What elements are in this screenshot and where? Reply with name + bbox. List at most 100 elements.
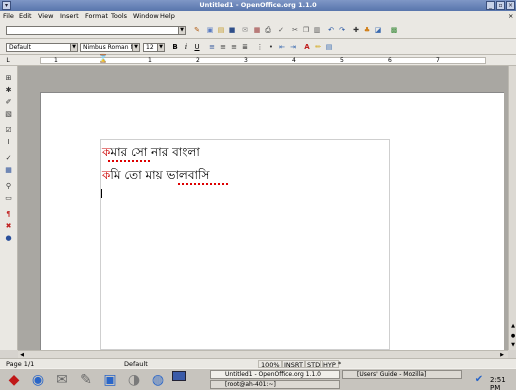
nonprinting-characters-icon[interactable]: ¶ xyxy=(4,210,13,219)
menu-tools[interactable]: Tools xyxy=(111,12,127,20)
data-sources-icon[interactable]: ▭ xyxy=(4,194,13,203)
export-pdf-icon[interactable]: ▦ xyxy=(253,26,261,34)
modified-indicator: * xyxy=(338,360,342,368)
update-status-icon[interactable]: ✔ xyxy=(472,373,486,387)
tab-type-icon[interactable]: L xyxy=(4,57,12,65)
text-cursor-icon[interactable]: I xyxy=(4,138,13,147)
highlight-icon[interactable]: ✏ xyxy=(314,43,322,51)
data-sources-icon[interactable]: ▩ xyxy=(390,26,398,34)
chevron-down-icon[interactable]: ▼ xyxy=(178,27,185,34)
line-text: মি তো মায় ভালবাসি xyxy=(110,168,210,182)
chevron-down-icon[interactable]: ▼ xyxy=(132,44,139,51)
page-style[interactable]: Default xyxy=(122,360,150,368)
spellcheck-auto-icon[interactable]: ✓ xyxy=(4,154,13,163)
numbering-icon[interactable]: ⋮ xyxy=(256,43,264,51)
url-combo[interactable]: ▼ xyxy=(6,26,186,35)
menu-insert[interactable]: Insert xyxy=(60,12,79,20)
align-right-icon[interactable]: ≡ xyxy=(230,43,238,51)
font-color-icon[interactable]: A xyxy=(303,43,311,51)
clock[interactable]: 2:51 PM xyxy=(490,376,516,390)
copy-icon[interactable]: ❐ xyxy=(302,26,310,34)
page-indicator[interactable]: Page 1/1 xyxy=(4,360,36,368)
cut-icon[interactable]: ✂ xyxy=(291,26,299,34)
decrease-indent-icon[interactable]: ⇤ xyxy=(278,43,286,51)
task-terminal[interactable]: [root@ah-401:~] xyxy=(210,380,340,389)
insert-mode[interactable]: INSRT xyxy=(281,360,306,369)
stylist-icon[interactable]: ♣ xyxy=(363,26,371,34)
text-cursor xyxy=(101,189,102,198)
align-center-icon[interactable]: ≡ xyxy=(219,43,227,51)
insert-fields-icon[interactable]: ✱ xyxy=(4,86,13,95)
writer-icon[interactable]: ✎ xyxy=(76,371,96,389)
vertical-scrollbar[interactable]: ▲ ● ▼ xyxy=(508,66,516,350)
find-replace-icon[interactable]: ⚲ xyxy=(4,182,13,191)
insert-objects-icon[interactable]: ✐ xyxy=(4,98,13,107)
graphics-on-off-icon[interactable]: ✖ xyxy=(4,222,13,231)
mail-icon[interactable]: ✉ xyxy=(52,371,72,389)
undo-icon[interactable]: ↶ xyxy=(327,26,335,34)
justify-icon[interactable]: ≣ xyxy=(241,43,249,51)
insert-icon[interactable]: ⊞ xyxy=(4,74,13,83)
taskbar: ◆ ◉ ✉ ✎ ▣ ◑ ◍ Untitled1 - OpenOffice.org… xyxy=(0,368,516,390)
ruler-number: 1 xyxy=(148,57,152,64)
close-document-button[interactable]: × xyxy=(508,12,513,20)
title-bar[interactable]: ▾ Untitled1 - OpenOffice.org 1.1.0 _ ▫ × xyxy=(0,0,516,11)
direct-cursor-icon[interactable]: ● xyxy=(4,234,13,243)
chevron-down-icon[interactable]: ▼ xyxy=(157,44,164,51)
print-icon[interactable]: ⎙ xyxy=(264,26,272,34)
bullets-icon[interactable]: • xyxy=(267,43,275,51)
ruler-number: 7 xyxy=(436,57,440,64)
bold-button[interactable]: B xyxy=(171,43,179,51)
printer-icon[interactable]: ◍ xyxy=(148,371,168,389)
presentation-icon[interactable]: ▣ xyxy=(100,371,120,389)
menu-view[interactable]: View xyxy=(38,12,53,20)
underline-button[interactable]: U xyxy=(193,43,201,51)
open-folder-icon[interactable]: ▤ xyxy=(217,26,225,34)
task-openoffice[interactable]: Untitled1 - OpenOffice.org 1.1.0 xyxy=(210,370,340,379)
zoom-level[interactable]: 100% xyxy=(258,360,283,369)
edit-file-icon[interactable]: ✎ xyxy=(193,26,201,34)
navigation-icon[interactable]: ● xyxy=(509,332,516,340)
navigator-icon[interactable]: ✚ xyxy=(352,26,360,34)
redhat-menu-icon[interactable]: ◆ xyxy=(4,371,24,389)
font-name-combo[interactable]: Nimbus Roman N ▼ xyxy=(80,43,140,52)
show-draw-functions-icon[interactable]: ▧ xyxy=(4,110,13,119)
paste-icon[interactable]: ▥ xyxy=(313,26,321,34)
browser-icon[interactable]: ◉ xyxy=(28,371,48,389)
form-functions-icon[interactable]: ☑ xyxy=(4,126,13,135)
menu-window[interactable]: Window xyxy=(133,12,159,20)
minimize-button[interactable]: _ xyxy=(486,1,495,10)
menu-edit[interactable]: Edit xyxy=(19,12,32,20)
task-mozilla[interactable]: [Users' Guide - Mozilla] xyxy=(342,370,462,379)
italic-button[interactable]: i xyxy=(182,43,190,51)
new-document-icon[interactable]: ▣ xyxy=(206,26,214,34)
font-size-value: 12 xyxy=(146,44,154,51)
spreadsheet-icon[interactable]: ◑ xyxy=(124,371,144,389)
paragraph-style-combo[interactable]: Default ▼ xyxy=(6,43,78,52)
menu-file[interactable]: File xyxy=(3,12,14,20)
font-size-combo[interactable]: 12 ▼ xyxy=(143,43,165,52)
page-up-icon[interactable]: ▲ xyxy=(509,322,516,330)
chevron-down-icon[interactable]: ▼ xyxy=(70,44,77,51)
menu-format[interactable]: Format xyxy=(85,12,108,20)
horizontal-ruler[interactable]: L 1 ⌛ 1 2 3 4 5 6 7 xyxy=(0,55,516,66)
save-icon[interactable]: ■ xyxy=(228,26,236,34)
page-down-icon[interactable]: ▼ xyxy=(509,341,516,349)
gallery-icon[interactable]: ◪ xyxy=(374,26,382,34)
send-mail-icon[interactable]: ✉ xyxy=(241,26,249,34)
close-button[interactable]: × xyxy=(506,1,515,10)
spellcheck-icon[interactable]: ✓ xyxy=(277,26,285,34)
ruler-number: 6 xyxy=(388,57,392,64)
redo-icon[interactable]: ↷ xyxy=(338,26,346,34)
increase-indent-icon[interactable]: ⇥ xyxy=(289,43,297,51)
main-toolbar: ⊞ ✱ ✐ ▧ ☑ I ✓ ▦ ⚲ ▭ ¶ ✖ ● xyxy=(0,66,18,350)
menu-help[interactable]: Help xyxy=(160,12,175,20)
hourglass-icon: ⌛ xyxy=(98,54,108,63)
workspace-switcher-icon[interactable] xyxy=(172,371,186,381)
background-color-icon[interactable]: ▤ xyxy=(325,43,333,51)
online-layout-icon[interactable]: ▦ xyxy=(4,166,13,175)
ruler-number: 5 xyxy=(340,57,344,64)
maximize-button[interactable]: ▫ xyxy=(496,1,505,10)
align-left-icon[interactable]: ≡ xyxy=(208,43,216,51)
horizontal-scrollbar[interactable]: ◀ ▶ xyxy=(18,350,508,358)
